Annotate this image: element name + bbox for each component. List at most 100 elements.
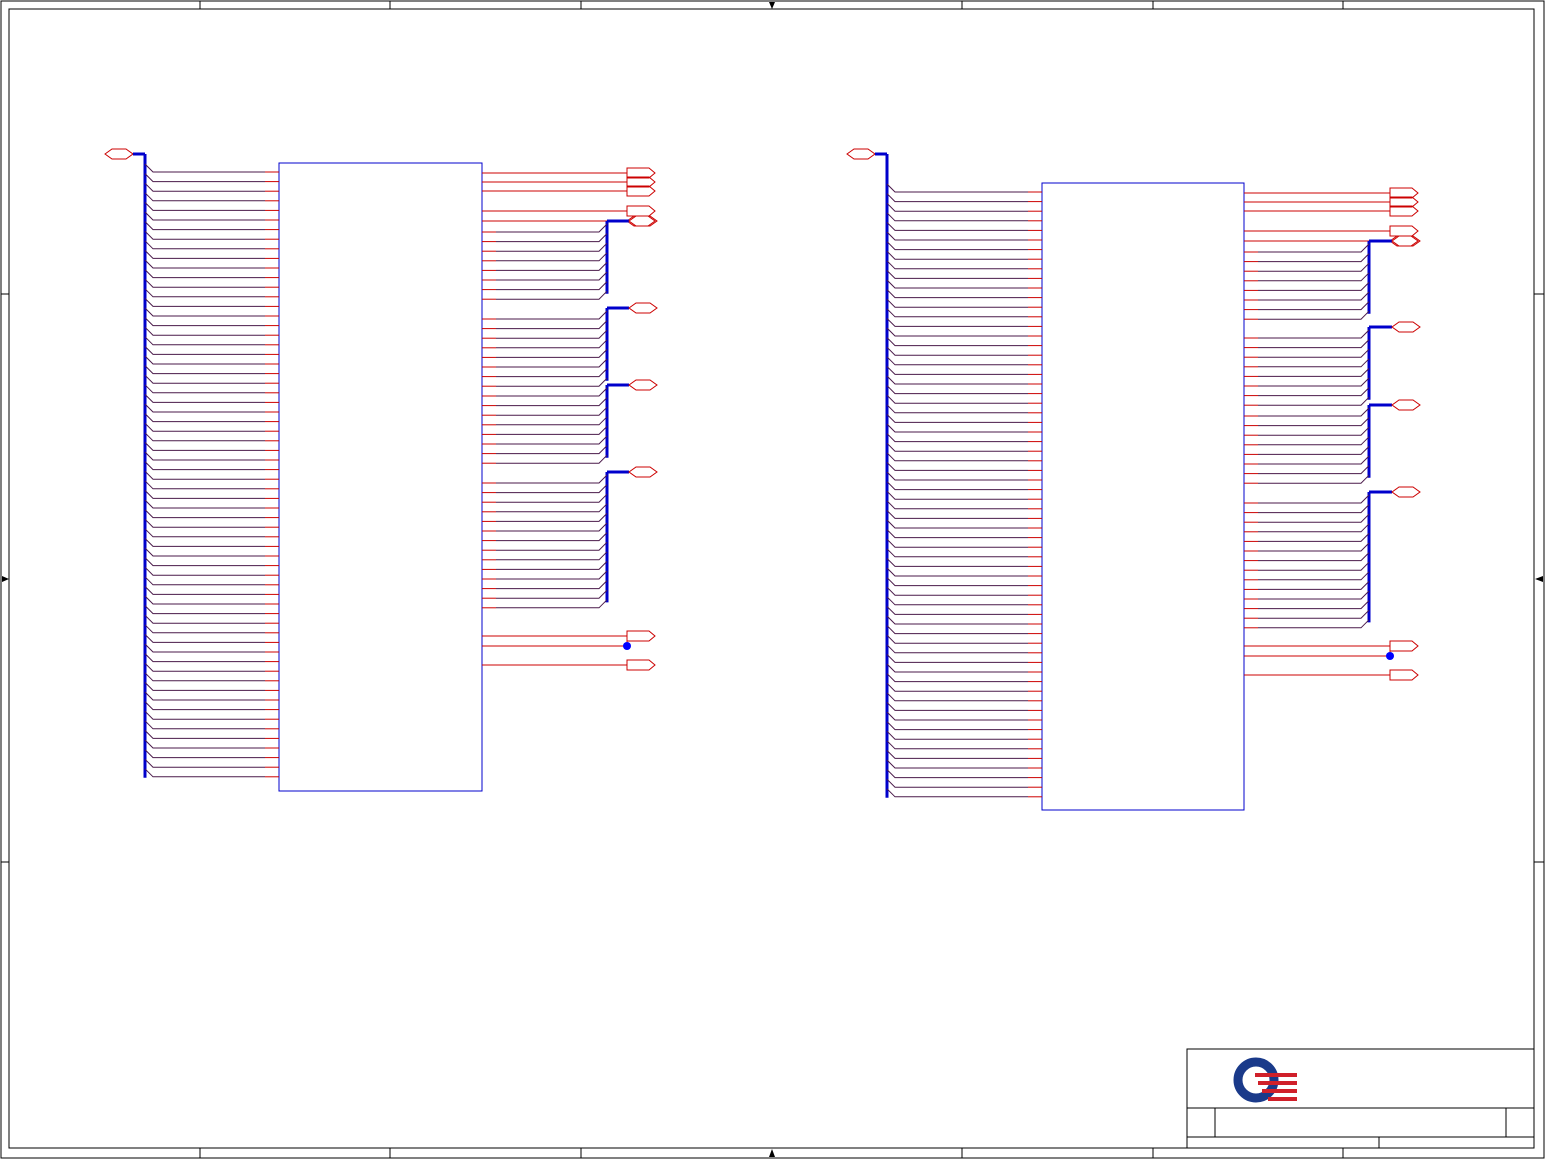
pin-wire [144,624,265,634]
pin-wire [144,461,265,471]
port-output [1389,640,1419,652]
circuit-area [104,148,1421,811]
junction-dot [1386,652,1394,660]
pin-wire [144,432,265,442]
port-bidir [628,379,658,391]
center-arrow [769,2,775,9]
pin-wire [886,721,1028,731]
pin-wire [886,414,1028,423]
pin-wire [886,270,1028,279]
pin-wire [1258,581,1370,590]
pin-wire [886,788,1028,798]
pin-wire [1258,310,1370,320]
pin-wire [886,385,1028,395]
component-body [1041,182,1245,811]
pin-wire [1258,253,1370,263]
schematic-sheet [0,0,1545,1159]
pin-wire [886,394,1028,404]
pin-wire [886,558,1028,567]
pin-wire [886,730,1028,740]
pin-wire [1258,619,1370,629]
pin-wire [886,740,1028,750]
pin-wire [886,404,1028,414]
pin-wire [496,397,608,407]
pin-wire [144,682,265,691]
pin-wire [144,163,265,173]
pin-wire [144,250,265,259]
pin-wire [886,337,1028,347]
pin-wire [496,474,608,484]
pin-wire [1258,243,1370,253]
pin-wire [144,211,265,221]
pin-wire [144,230,265,240]
pin-wire [144,336,265,346]
pin-wire [144,730,265,739]
pin-wire [144,355,265,365]
pin-wire [144,672,265,682]
port-bidir [1391,486,1421,498]
title-block-outline [1186,1048,1535,1149]
pin-wire [886,759,1028,769]
pin-wire [886,692,1028,702]
logo-stripe [1258,1081,1297,1085]
logo-stripe [1268,1097,1297,1101]
pin-wire [1258,272,1370,282]
pin-wire [1258,533,1370,542]
pin-wire [886,222,1028,231]
pin-wire [886,452,1028,462]
pin-wire [496,281,608,291]
pin-wire [1258,339,1370,349]
pin-wire [886,308,1028,318]
pin-wire [886,250,1028,260]
pin-wire [886,471,1028,481]
pin-wire [1258,329,1370,339]
pin-wire [496,503,608,513]
pin-wire [496,339,608,349]
pin-wire [144,240,265,250]
pin-wire [1258,387,1370,397]
pin-wire [144,586,265,595]
pin-wire [496,493,608,503]
port-bidir [626,215,656,227]
pin-wire [886,423,1028,433]
pin-wire [144,605,265,615]
company-logo [1233,1057,1297,1103]
port-bidir [628,466,658,478]
pin-wire [144,662,265,672]
pin-wire [144,269,265,279]
pin-wire [886,356,1028,366]
pin-wire [1258,465,1370,475]
pin-wire [886,682,1028,692]
pin-wire [144,374,265,384]
pin-wire [886,625,1028,635]
pin-wire [144,576,265,586]
pin-wire [144,346,265,355]
port-bidir [628,215,658,227]
pin-wire [886,548,1028,558]
pin-wire [886,241,1028,251]
pin-wire [144,720,265,730]
port-bidir [1389,235,1419,247]
pin-wire [144,528,265,538]
pin-wire [496,589,608,599]
pin-wire [1258,446,1370,455]
port-output [1389,669,1419,681]
pin-wire [886,318,1028,327]
pin-wire [144,365,265,375]
pin-wire [1258,523,1370,533]
pin-wire [1258,368,1370,377]
pin-wire [496,358,608,368]
port-bidir [628,302,658,314]
pin-wire [144,422,265,432]
pin-wire [886,644,1028,654]
pin-wire [886,327,1028,337]
pin-wire [1258,600,1370,610]
port-output [1389,225,1419,237]
pin-wire [496,349,608,358]
pin-wire [886,500,1028,510]
pin-wire [496,522,608,532]
pin-wire [144,768,265,778]
pin-wire [144,182,265,192]
pin-wire [144,403,265,413]
pin-wire [144,566,265,576]
